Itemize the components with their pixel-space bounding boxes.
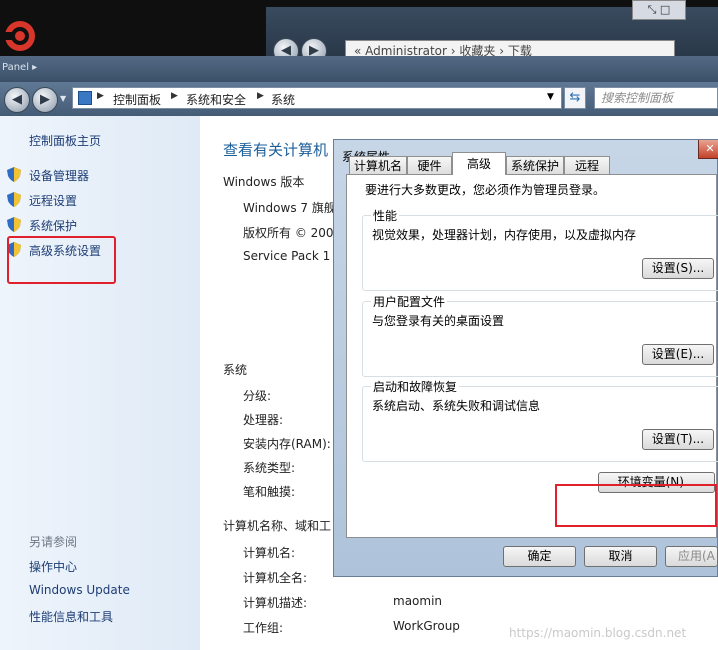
user-profiles-description: 与您登录有关的桌面设置 bbox=[372, 314, 505, 328]
service-pack-text: Service Pack 1 bbox=[243, 249, 331, 263]
app-logo-icon bbox=[0, 21, 35, 51]
ram-label: 安装内存(RAM): bbox=[243, 437, 331, 451]
recent-pages-chevron-icon[interactable]: ▼ bbox=[60, 94, 66, 103]
window-title: Panel ▸ bbox=[2, 62, 38, 73]
admin-note: 要进行大多数更改，您必须作为管理员登录。 bbox=[365, 183, 606, 197]
watermark-text: https://maomin.blog.csdn.net bbox=[509, 626, 687, 640]
cancel-button[interactable]: 取消 bbox=[584, 546, 657, 567]
shield-icon bbox=[7, 167, 21, 182]
restore-icon[interactable]: ⤡ □ bbox=[632, 0, 686, 20]
breadcrumb-system-security[interactable]: 系统和安全 bbox=[186, 91, 246, 108]
performance-title: 性能 bbox=[371, 207, 400, 224]
performance-group: 性能 视觉效果，处理器计划，内存使用，以及虚拟内存 设置(S)... bbox=[362, 207, 718, 291]
startup-recovery-title: 启动和故障恢复 bbox=[371, 378, 460, 395]
breadcrumb-system[interactable]: 系统 bbox=[271, 91, 295, 108]
edition-value: Windows 7 旗舰 bbox=[243, 201, 336, 215]
performance-settings-button[interactable]: 设置(S)... bbox=[642, 258, 714, 279]
computer-name-label: 计算机名: bbox=[243, 546, 296, 560]
user-profiles-group: 用户配置文件 与您登录有关的桌面设置 设置(E)... bbox=[362, 293, 718, 377]
tab-hardware[interactable]: 硬件 bbox=[407, 156, 452, 175]
computer-name-header: 计算机名称、域和工 bbox=[223, 519, 332, 533]
action-center-link[interactable]: 操作中心 bbox=[29, 558, 77, 575]
system-header: 系统 bbox=[223, 363, 248, 377]
close-button[interactable]: ✕ bbox=[698, 140, 718, 159]
breadcrumb-separator-icon[interactable]: ▶ bbox=[171, 91, 178, 101]
shield-icon bbox=[7, 192, 21, 207]
remote-settings-link[interactable]: 远程设置 bbox=[29, 192, 77, 209]
startup-recovery-description: 系统启动、系统失败和调试信息 bbox=[372, 399, 541, 413]
windows-update-link[interactable]: Windows Update bbox=[29, 583, 130, 597]
search-input[interactable]: 搜索控制面板 bbox=[594, 87, 718, 109]
address-dropdown-icon[interactable]: ▼ bbox=[547, 92, 554, 102]
pen-touch-label: 笔和触摸: bbox=[243, 485, 296, 499]
performance-description: 视觉效果，处理器计划，内存使用，以及虚拟内存 bbox=[372, 228, 637, 242]
apply-button[interactable]: 应用(A bbox=[665, 546, 718, 567]
control-panel-icon bbox=[78, 91, 92, 105]
user-profiles-title: 用户配置文件 bbox=[371, 293, 448, 310]
refresh-button[interactable]: ⇆ bbox=[564, 87, 586, 109]
tab-advanced[interactable]: 高级 bbox=[452, 152, 506, 175]
workgroup-label: 工作组: bbox=[243, 621, 284, 635]
forward-button[interactable]: ▶ bbox=[32, 87, 58, 113]
full-computer-name-label: 计算机全名: bbox=[243, 571, 308, 585]
page-title: 查看有关计算机 bbox=[223, 141, 329, 159]
back-button[interactable]: ◀ bbox=[4, 87, 30, 113]
control-panel-home-link[interactable]: 控制面板主页 bbox=[29, 132, 101, 149]
system-protection-link[interactable]: 系统保护 bbox=[29, 217, 77, 234]
see-also-heading: 另请参阅 bbox=[29, 535, 78, 549]
startup-recovery-settings-button[interactable]: 设置(T)... bbox=[642, 429, 714, 450]
copyright-text: 版权所有 © 200 bbox=[243, 226, 334, 240]
breadcrumb-separator-icon[interactable]: ▶ bbox=[97, 91, 104, 101]
shield-icon bbox=[7, 217, 21, 232]
workgroup-value: WorkGroup bbox=[393, 619, 460, 633]
system-type-label: 系统类型: bbox=[243, 461, 296, 475]
device-manager-link[interactable]: 设备管理器 bbox=[29, 167, 89, 184]
ok-button[interactable]: 确定 bbox=[503, 546, 576, 567]
edition-header: Windows 版本 bbox=[223, 175, 305, 189]
computer-description-value: maomin bbox=[393, 594, 443, 608]
rating-label: 分级: bbox=[243, 389, 272, 403]
tab-system-protection[interactable]: 系统保护 bbox=[506, 156, 564, 175]
highlight-annotation bbox=[7, 236, 116, 284]
breadcrumb-control-panel[interactable]: 控制面板 bbox=[113, 91, 161, 108]
tab-remote[interactable]: 远程 bbox=[564, 156, 610, 175]
highlight-annotation bbox=[555, 484, 717, 527]
breadcrumb-separator-icon[interactable]: ▶ bbox=[257, 91, 264, 101]
performance-tools-link[interactable]: 性能信息和工具 bbox=[29, 608, 113, 625]
startup-recovery-group: 启动和故障恢复 系统启动、系统失败和调试信息 设置(T)... bbox=[362, 378, 718, 462]
computer-description-label: 计算机描述: bbox=[243, 596, 308, 610]
tab-computer-name[interactable]: 计算机名 bbox=[349, 156, 407, 175]
window-titlebar: Panel ▸ bbox=[0, 56, 718, 82]
processor-label: 处理器: bbox=[243, 413, 284, 427]
user-profiles-settings-button[interactable]: 设置(E)... bbox=[642, 344, 714, 365]
address-bar[interactable]: ▶ 控制面板 ▶ 系统和安全 ▶ 系统 ▼ bbox=[72, 87, 562, 109]
